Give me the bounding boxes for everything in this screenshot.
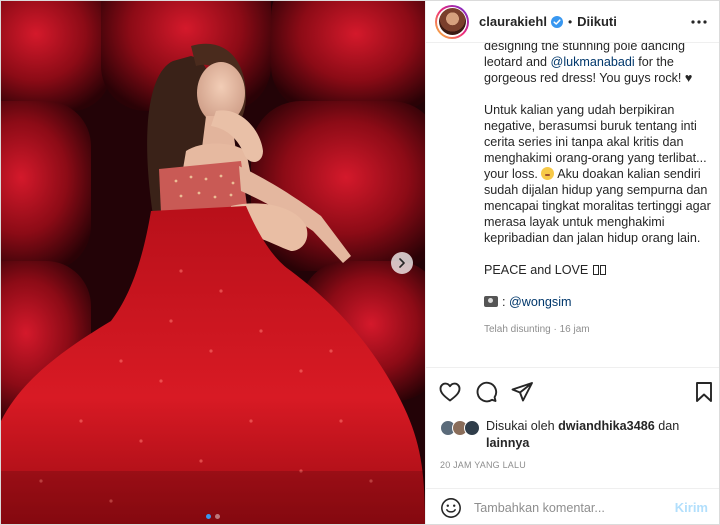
likes-middle: dan — [654, 419, 680, 433]
header-separator: • — [567, 14, 573, 29]
verified-badge-icon — [550, 15, 563, 28]
carousel-dot — [215, 514, 220, 519]
liker-avatar — [464, 420, 480, 436]
liker-avatars[interactable] — [440, 418, 480, 438]
comment-input[interactable] — [474, 500, 675, 515]
instagram-post-modal: claurakiehl • Diikuti designing the stun… — [0, 0, 720, 525]
send-comment-button[interactable]: Kirim — [675, 500, 708, 515]
photo-illustration — [1, 1, 425, 524]
likes-prefix: Disukai oleh — [486, 419, 559, 433]
chevron-right-icon — [399, 258, 405, 268]
heart-icon[interactable] — [438, 380, 462, 404]
caption-edited-timestamp: Telah disunting · 16 jam — [484, 324, 590, 335]
mention-lukmanabadi[interactable]: @lukmanabadi — [551, 55, 635, 69]
likes-others-link[interactable]: lainnya — [486, 436, 529, 450]
avatar-image — [438, 8, 466, 35]
profile-avatar[interactable] — [435, 4, 469, 39]
avatar-frame — [437, 6, 467, 37]
action-bar — [438, 380, 714, 406]
comment-composer: Kirim — [426, 488, 719, 524]
liker-username[interactable]: dwiandhika3486 — [558, 419, 655, 433]
caption-text-3: PEACE and LOVE — [484, 263, 589, 277]
carousel-dot-active — [206, 514, 211, 519]
bookmark-icon[interactable] — [692, 380, 716, 404]
camera-emoji-icon — [484, 296, 498, 307]
caption-paragraph-3: PEACE and LOVE — [484, 262, 716, 278]
post-side-panel: claurakiehl • Diikuti designing the stun… — [425, 1, 719, 524]
post-footer: Disukai oleh dwiandhika3486 dan lainnya … — [426, 367, 719, 524]
missing-glyph-icon — [599, 265, 606, 275]
emoji-face-icon — [541, 167, 555, 180]
emoji-icon[interactable] — [440, 497, 462, 519]
following-button[interactable]: Diikuti — [577, 14, 617, 29]
caption-scroll-area[interactable]: designing the stunning pole dancing leot… — [426, 43, 719, 367]
mention-wongsim[interactable]: @wongsim — [509, 295, 571, 309]
post-timestamp[interactable]: 20 JAM YANG LALU — [440, 460, 526, 470]
post-photo[interactable] — [1, 1, 425, 524]
comment-icon[interactable] — [474, 380, 498, 404]
share-icon[interactable] — [510, 380, 534, 404]
post-author-username[interactable]: claurakiehl — [479, 14, 547, 29]
likes-summary: Disukai oleh dwiandhika3486 dan lainnya — [440, 418, 716, 452]
likes-text: Disukai oleh dwiandhika3486 dan lainnya — [486, 418, 714, 452]
missing-glyph-icon — [592, 265, 599, 275]
carousel-indicator — [1, 514, 425, 519]
caption-paragraph-4: : @wongsim — [484, 294, 716, 310]
caption-paragraph-2: Untuk kalian yang udah berpikiran negati… — [484, 102, 716, 246]
more-options-icon[interactable] — [690, 15, 708, 29]
caption-paragraph-1: designing the stunning pole dancing leot… — [484, 43, 716, 86]
post-caption: designing the stunning pole dancing leot… — [484, 43, 716, 338]
next-photo-button[interactable] — [391, 252, 413, 274]
post-header: claurakiehl • Diikuti — [426, 1, 719, 43]
